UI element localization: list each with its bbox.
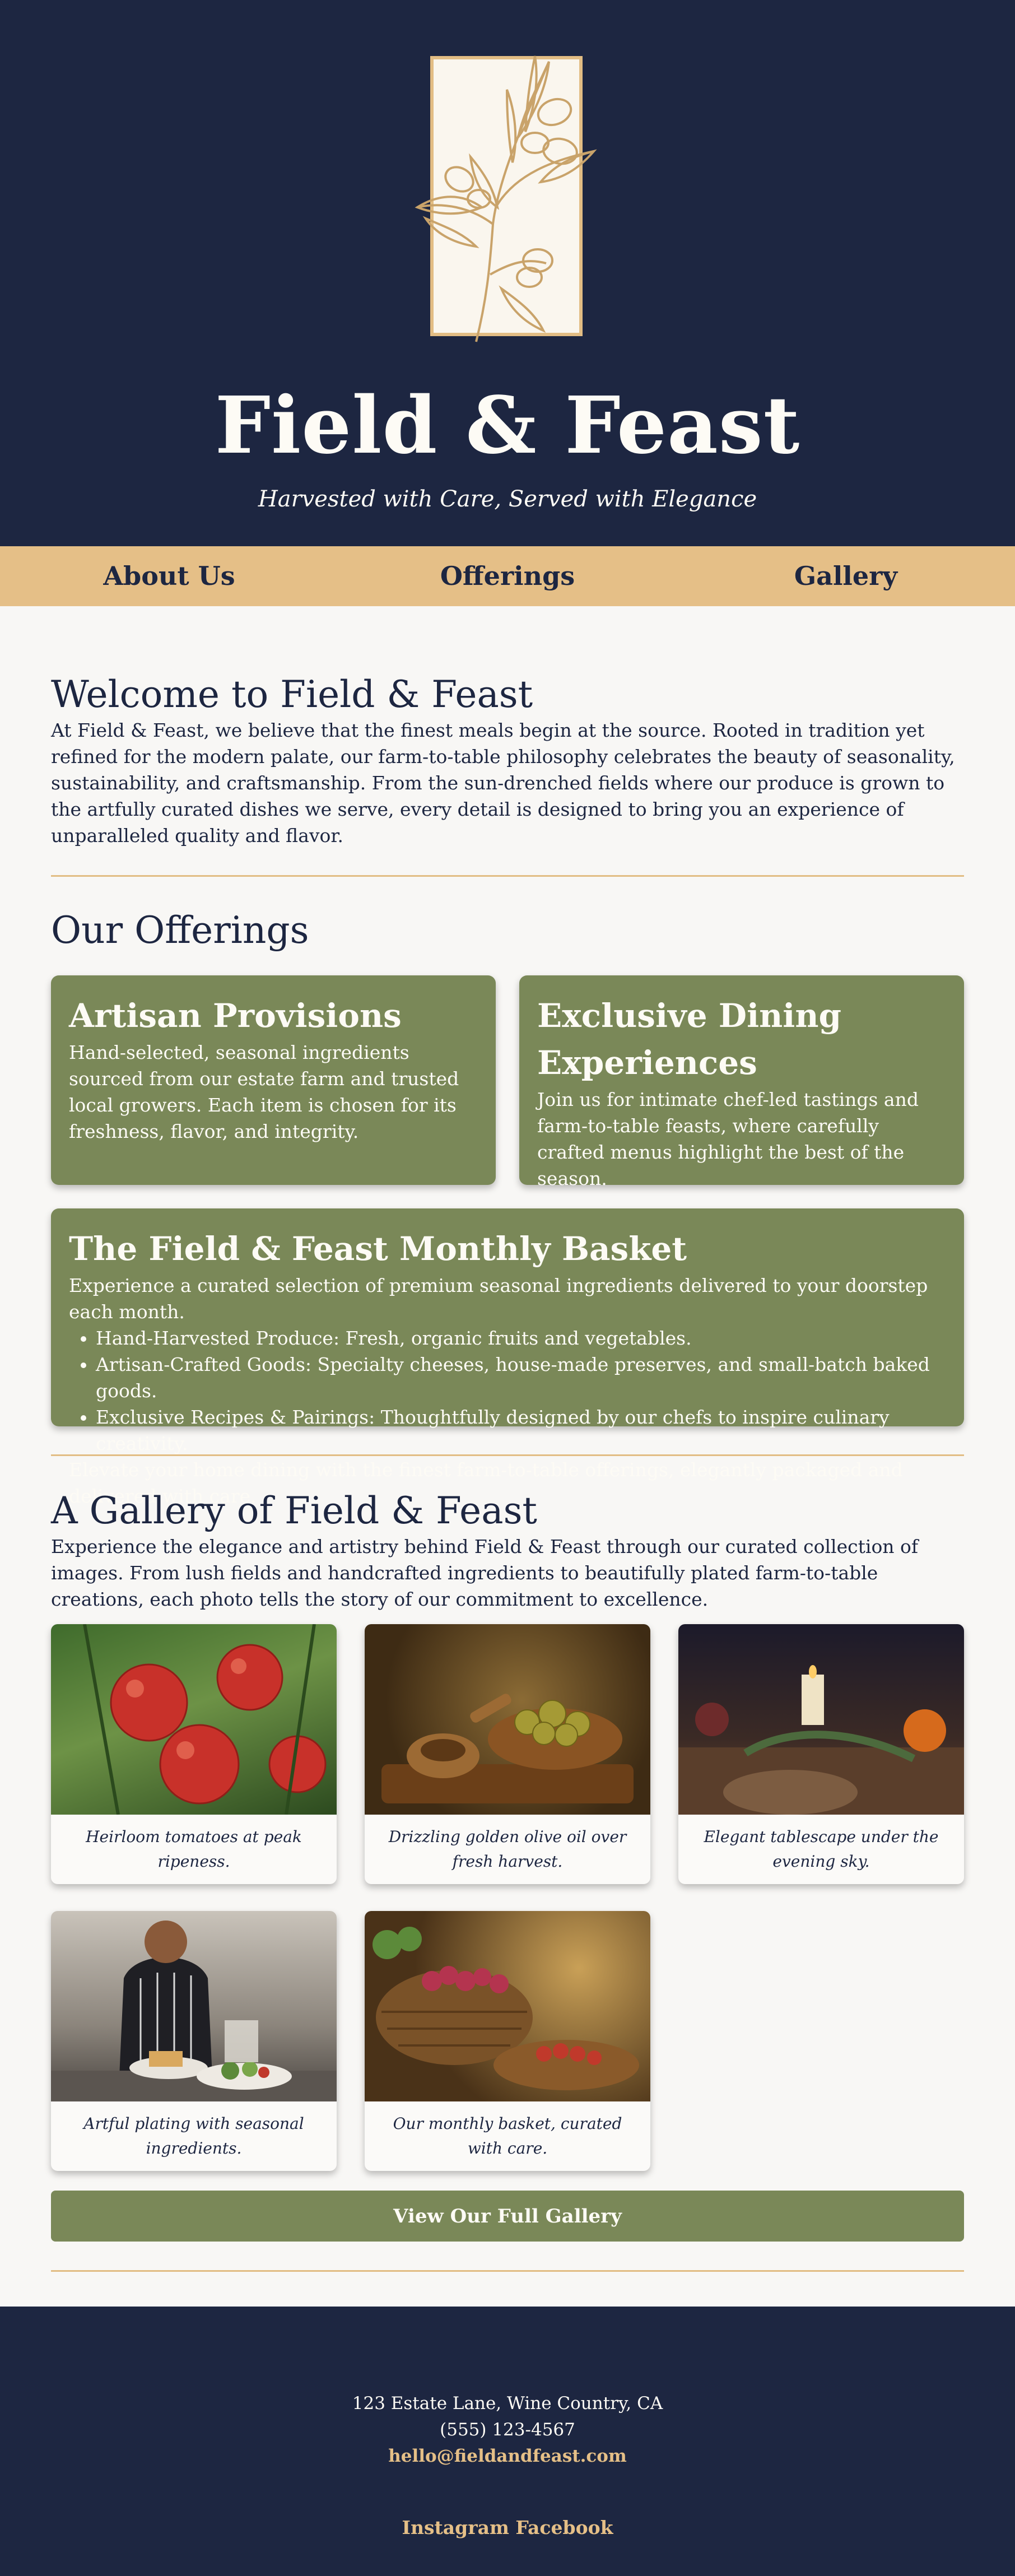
gallery-item[interactable]: Artful plating with seasonal ingredients… (51, 1911, 337, 2171)
nav-gallery[interactable]: Gallery (677, 546, 1015, 606)
site-title: Field & Feast (215, 380, 800, 472)
nav-about-us[interactable]: About Us (0, 546, 338, 606)
offerings-section: Our Offerings Artisan Provisions Hand-se… (51, 877, 964, 1507)
main-nav: About Us Offerings Gallery (0, 546, 1015, 606)
main-content: Welcome to Field & Feast At Field & Feas… (0, 606, 1015, 1612)
monthly-basket-card: The Field & Feast Monthly Basket Experie… (51, 1208, 964, 1507)
basket-list: Hand-Harvested Produce: Fresh, organic f… (69, 1325, 946, 1457)
offering-card: Exclusive Dining Experiences Join us for… (519, 975, 964, 1189)
site-footer: 123 Estate Lane, Wine Country, CA (555) … (0, 2307, 1015, 2576)
gallery-text: Experience the elegance and artistry beh… (51, 1536, 919, 1610)
gallery-item[interactable]: Drizzling golden olive oil over fresh ha… (365, 1624, 650, 1884)
gallery-caption: Our monthly basket, curated with care. (393, 2114, 622, 2157)
gallery-item[interactable]: Our monthly basket, curated with care. (365, 1911, 650, 2171)
footer-phone: (555) 123-4567 (440, 2420, 575, 2440)
basket-list-item: Artisan-Crafted Goods: Specialty cheeses… (96, 1351, 946, 1404)
gallery-heading: A Gallery of Field & Feast (51, 1489, 537, 1532)
about-section: Welcome to Field & Feast At Field & Feas… (51, 606, 964, 849)
facebook-link[interactable]: Facebook (515, 2517, 613, 2538)
offering-text: Hand-selected, seasonal ingredients sour… (69, 1041, 459, 1142)
offering-title: Artisan Provisions (69, 997, 402, 1035)
about-text: At Field & Feast, we believe that the fi… (51, 719, 955, 847)
nav-offerings[interactable]: Offerings (338, 546, 677, 606)
tagline: Harvested with Care, Served with Eleganc… (258, 486, 757, 512)
olive-branch-logo (415, 55, 597, 342)
basket-title: The Field & Feast Monthly Basket (69, 1230, 687, 1268)
basket-image (365, 1911, 650, 2101)
chef-plating-image (51, 1911, 337, 2101)
offerings-heading: Our Offerings (51, 909, 309, 952)
basket-intro: Experience a curated selection of premiu… (69, 1275, 928, 1323)
about-heading: Welcome to Field & Feast (51, 673, 533, 716)
olive-oil-image (365, 1624, 650, 1815)
view-full-gallery-button[interactable]: View Our Full Gallery (51, 2191, 964, 2242)
instagram-link[interactable]: Instagram (402, 2517, 509, 2538)
gallery-caption: Artful plating with seasonal ingredients… (83, 2114, 304, 2157)
gallery-item[interactable]: Elegant tablescape under the evening sky… (678, 1624, 964, 1884)
divider (51, 2270, 964, 2272)
basket-list-item: Hand-Harvested Produce: Fresh, organic f… (96, 1325, 946, 1351)
basket-list-item: Exclusive Recipes & Pairings: Thoughtful… (96, 1404, 946, 1457)
gallery-caption: Drizzling golden olive oil over fresh ha… (388, 1828, 627, 1871)
tablescape-image (678, 1624, 964, 1815)
offering-title: Exclusive Dining Experiences (537, 997, 842, 1082)
footer-address: 123 Estate Lane, Wine Country, CA (352, 2393, 663, 2414)
tomatoes-image (51, 1624, 337, 1815)
footer-email-link[interactable]: hello@fieldandfeast.com (388, 2446, 627, 2466)
offering-text: Join us for intimate chef-led tastings a… (537, 1089, 919, 1189)
gallery-caption: Heirloom tomatoes at peak ripeness. (86, 1828, 302, 1871)
hero-header: Field & Feast Harvested with Care, Serve… (0, 0, 1015, 546)
social-links: Instagram Facebook (0, 2517, 1015, 2538)
gallery-caption: Elegant tablescape under the evening sky… (704, 1828, 939, 1871)
gallery-item[interactable]: Heirloom tomatoes at peak ripeness. (51, 1624, 337, 1884)
offering-card: Artisan Provisions Hand-selected, season… (51, 975, 496, 1185)
